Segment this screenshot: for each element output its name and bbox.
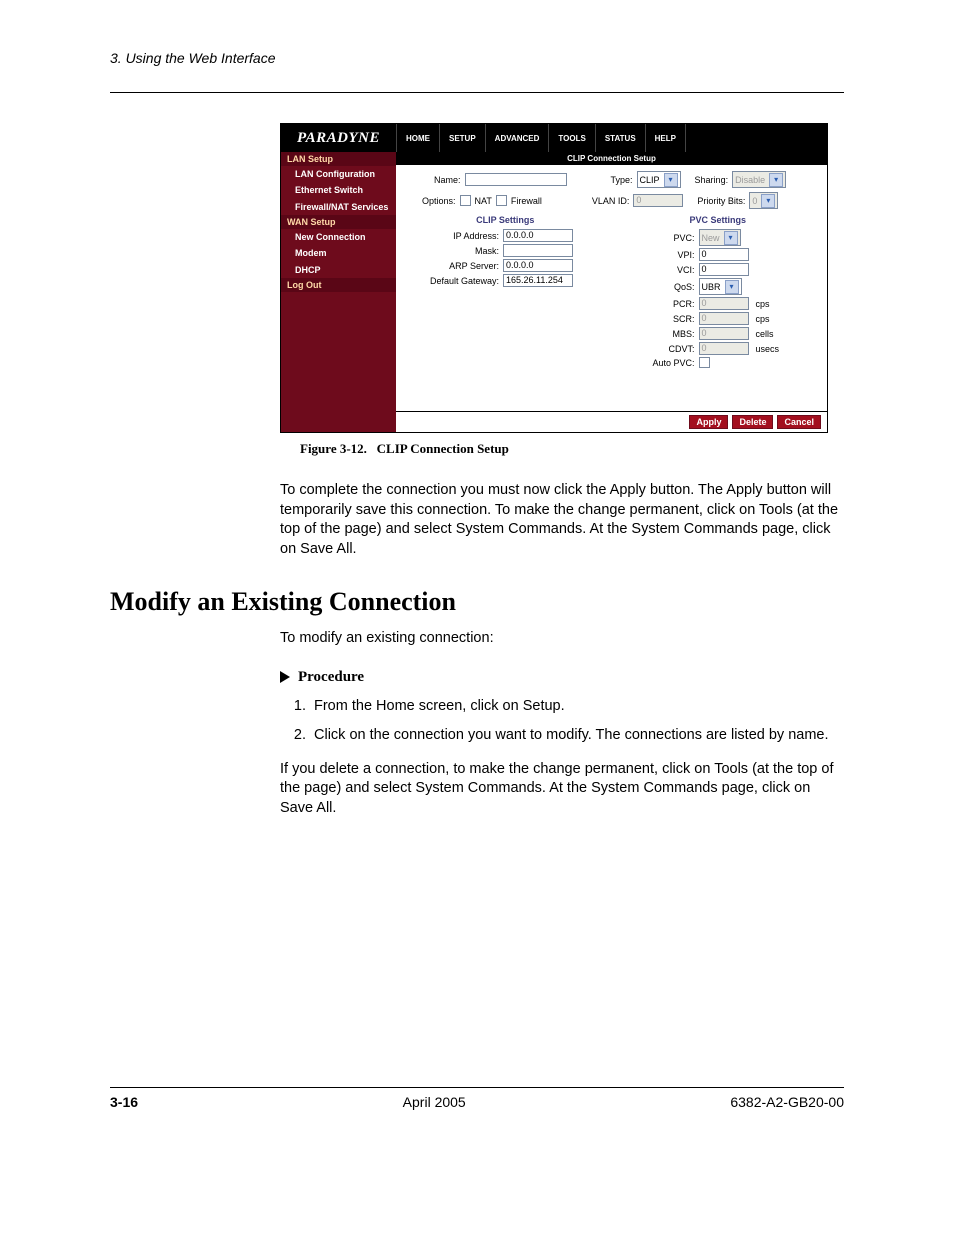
section-heading: Modify an Existing Connection (110, 587, 844, 617)
priority-label: Priority Bits: (697, 196, 745, 206)
procedure-heading: Procedure (280, 669, 844, 686)
tab-home[interactable]: HOME (396, 124, 440, 152)
vlan-input[interactable]: 0 (633, 194, 683, 207)
page-number: 3-16 (110, 1094, 138, 1110)
tab-tools[interactable]: TOOLS (549, 124, 595, 152)
priority-select[interactable]: 0▾ (749, 192, 778, 209)
scr-label: SCR: (617, 314, 695, 324)
vci-label: VCI: (617, 265, 695, 275)
mbs-unit: cells (756, 329, 774, 339)
body-paragraph: To modify an existing connection: (280, 629, 844, 649)
footer-date: April 2005 (403, 1094, 466, 1110)
autopvc-checkbox[interactable] (699, 357, 710, 368)
mask-input[interactable] (503, 244, 573, 257)
procedure-list: From the Home screen, click on Setup. Cl… (310, 696, 844, 746)
cancel-button[interactable]: Cancel (777, 415, 821, 429)
app-window: PARADYNE HOME SETUP ADVANCED TOOLS STATU… (280, 123, 828, 433)
pcr-input[interactable]: 0 (699, 297, 749, 310)
name-label: Name: (434, 175, 461, 185)
sidebar-item-firewall-nat[interactable]: Firewall/NAT Services (281, 199, 396, 215)
mask-label: Mask: (404, 246, 499, 256)
triangle-icon (280, 671, 290, 683)
name-input[interactable] (465, 173, 567, 186)
type-label: Type: (611, 175, 633, 185)
firewall-checkbox[interactable] (496, 195, 507, 206)
chevron-down-icon: ▾ (664, 173, 678, 187)
vci-input[interactable]: 0 (699, 263, 749, 276)
header-rule (110, 92, 844, 93)
gw-input[interactable]: 165.26.11.254 (503, 274, 573, 287)
tab-advanced[interactable]: ADVANCED (486, 124, 550, 152)
gw-label: Default Gateway: (404, 276, 499, 286)
vpi-input[interactable]: 0 (699, 248, 749, 261)
type-select[interactable]: CLIP▾ (637, 171, 681, 188)
mbs-label: MBS: (617, 329, 695, 339)
clip-settings-head: CLIP Settings (404, 215, 607, 225)
tab-status[interactable]: STATUS (596, 124, 646, 152)
pcr-label: PCR: (617, 299, 695, 309)
sidebar-item-dhcp[interactable]: DHCP (281, 262, 396, 278)
running-head: 3. Using the Web Interface (110, 50, 844, 66)
chevron-down-icon: ▾ (769, 173, 783, 187)
apply-button[interactable]: Apply (689, 415, 728, 429)
pvc-label: PVC: (617, 233, 695, 243)
mbs-input[interactable]: 0 (699, 327, 749, 340)
footer-docid: 6382-A2-GB20-00 (730, 1094, 844, 1110)
tab-help[interactable]: HELP (646, 124, 686, 152)
cdvt-unit: usecs (756, 344, 780, 354)
sidebar-item-modem[interactable]: Modem (281, 245, 396, 261)
sidebar: LAN Setup LAN Configuration Ethernet Swi… (281, 152, 396, 432)
pvc-settings-head: PVC Settings (617, 215, 820, 225)
sidebar-head-lan: LAN Setup (281, 152, 396, 166)
main-tabs: HOME SETUP ADVANCED TOOLS STATUS HELP (396, 124, 827, 152)
qos-select[interactable]: UBR▾ (699, 278, 742, 295)
tab-setup[interactable]: SETUP (440, 124, 486, 152)
scr-unit: cps (756, 314, 770, 324)
sidebar-head-wan: WAN Setup (281, 215, 396, 229)
chevron-down-icon: ▾ (761, 194, 775, 208)
vlan-label: VLAN ID: (592, 196, 630, 206)
autopvc-label: Auto PVC: (617, 358, 695, 368)
procedure-step: Click on the connection you want to modi… (310, 725, 844, 746)
options-label: Options: (422, 196, 456, 206)
chevron-down-icon: ▾ (725, 280, 739, 294)
pcr-unit: cps (756, 299, 770, 309)
procedure-step: From the Home screen, click on Setup. (310, 696, 844, 717)
arp-label: ARP Server: (404, 261, 499, 271)
pvc-select[interactable]: New▾ (699, 229, 741, 246)
chevron-down-icon: ▾ (724, 231, 738, 245)
sharing-label: Sharing: (695, 175, 729, 185)
panel-title: CLIP Connection Setup (396, 152, 827, 165)
brand-logo: PARADYNE (281, 124, 396, 152)
figure-caption: Figure 3-12. CLIP Connection Setup (300, 441, 844, 457)
arp-input[interactable]: 0.0.0.0 (503, 259, 573, 272)
sidebar-item-lan-config[interactable]: LAN Configuration (281, 166, 396, 182)
ip-input[interactable]: 0.0.0.0 (503, 229, 573, 242)
body-paragraph: To complete the connection you must now … (280, 481, 844, 559)
sharing-select[interactable]: Disable▾ (732, 171, 786, 188)
sidebar-item-ethernet-switch[interactable]: Ethernet Switch (281, 182, 396, 198)
scr-input[interactable]: 0 (699, 312, 749, 325)
nat-label: NAT (475, 196, 492, 206)
sidebar-item-new-connection[interactable]: New Connection (281, 229, 396, 245)
vpi-label: VPI: (617, 250, 695, 260)
body-paragraph: If you delete a connection, to make the … (280, 760, 844, 819)
cdvt-input[interactable]: 0 (699, 342, 749, 355)
ip-label: IP Address: (404, 231, 499, 241)
button-row: Apply Delete Cancel (396, 411, 827, 432)
qos-label: QoS: (617, 282, 695, 292)
firewall-label: Firewall (511, 196, 542, 206)
sidebar-item-logout[interactable]: Log Out (281, 278, 396, 292)
page-footer: 3-16 April 2005 6382-A2-GB20-00 (110, 1087, 844, 1110)
nat-checkbox[interactable] (460, 195, 471, 206)
delete-button[interactable]: Delete (732, 415, 773, 429)
cdvt-label: CDVT: (617, 344, 695, 354)
